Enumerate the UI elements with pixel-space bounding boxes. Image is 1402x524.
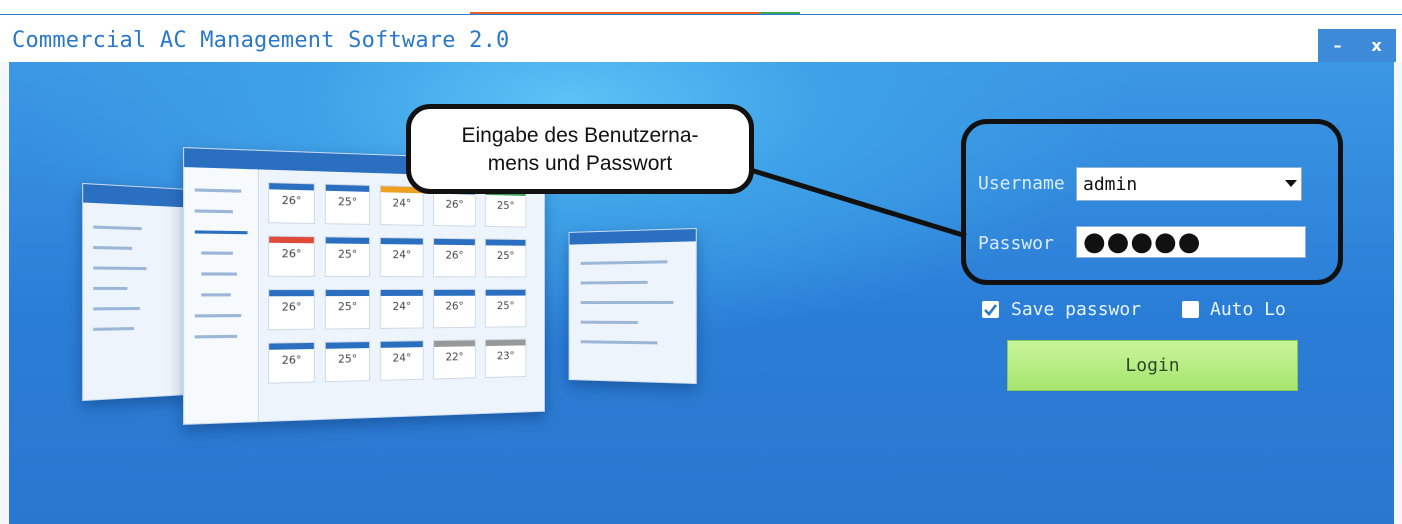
save-password-label: Save passwor bbox=[1011, 299, 1141, 320]
login-button[interactable]: Login bbox=[1007, 340, 1298, 391]
checkmark-icon bbox=[982, 301, 999, 318]
callout-line-1: Eingabe des Benutzerna- bbox=[411, 122, 749, 150]
credentials-highlight-frame bbox=[961, 119, 1343, 285]
save-password-checkbox[interactable] bbox=[982, 301, 999, 318]
username-label: Username bbox=[978, 173, 1065, 194]
app-window: Commercial AC Management Software 2.0 – … bbox=[0, 0, 1402, 524]
password-label: Passwor bbox=[978, 233, 1054, 254]
annotation-callout: Eingabe des Benutzerna- mens und Passwor… bbox=[406, 104, 754, 194]
auto-login-label: Auto Lo bbox=[1210, 299, 1286, 320]
password-field[interactable]: ●●●●● bbox=[1076, 226, 1306, 258]
callout-line-2: mens und Passwort bbox=[411, 150, 749, 178]
username-select[interactable]: admin bbox=[1076, 167, 1302, 201]
auto-login-checkbox[interactable] bbox=[1182, 301, 1199, 318]
chevron-down-icon[interactable] bbox=[1285, 180, 1297, 187]
